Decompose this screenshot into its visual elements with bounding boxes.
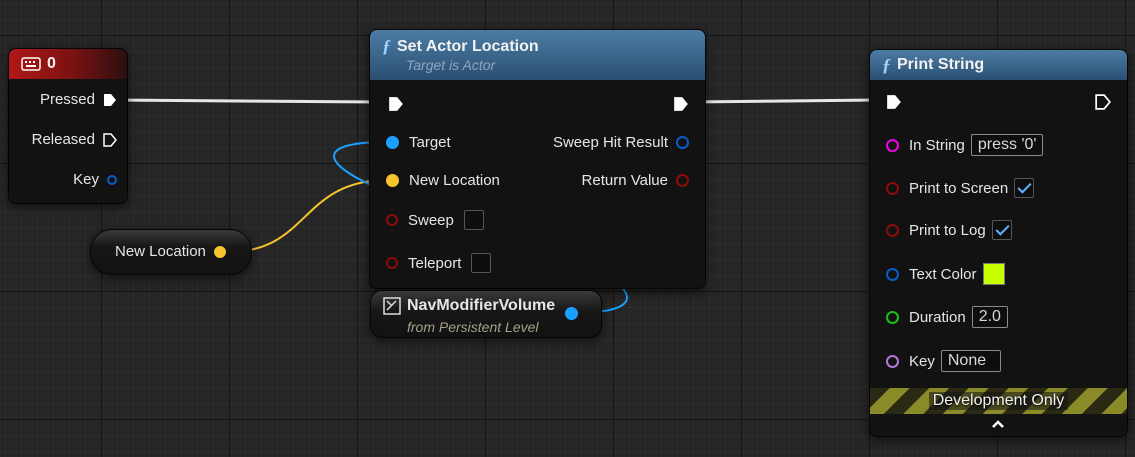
duration-input[interactable]: 2.0	[971, 306, 1008, 328]
in-string-input[interactable]: press '0'	[970, 134, 1044, 156]
exec-out-filled-icon[interactable]	[103, 93, 117, 107]
text-color-swatch[interactable]	[982, 263, 1005, 285]
exec-in-icon[interactable]	[886, 94, 902, 110]
pin-new-location[interactable]: New Location	[386, 172, 500, 189]
pin-duration-label: Duration	[909, 308, 966, 326]
struct-pin-icon[interactable]	[107, 174, 117, 185]
struct-pin-icon[interactable]	[676, 136, 689, 149]
pin-teleport-label: Teleport	[408, 254, 462, 272]
print-string-title: Print String	[897, 56, 985, 73]
nav-modifier-subtitle: from Persistent Level	[407, 319, 539, 335]
pin-sweep[interactable]: Sweep	[386, 210, 484, 230]
exec-wire-pressed	[112, 98, 379, 104]
pin-sweep-hit-result-label: Sweep Hit Result	[552, 134, 668, 151]
pin-print-to-screen-label: Print to Screen	[909, 179, 1009, 197]
exec-out-icon[interactable]	[673, 96, 689, 112]
key-event-node[interactable]: 0 Pressed Released Key	[8, 48, 128, 204]
new-location-var-label: New Location	[115, 243, 206, 260]
key-input[interactable]: None	[940, 350, 1001, 372]
pin-print-to-screen[interactable]: Print to Screen	[886, 178, 1035, 198]
exec-out-empty-icon[interactable]	[103, 132, 117, 147]
pin-target[interactable]: Target	[386, 134, 451, 151]
pin-target-label: Target	[409, 134, 451, 151]
pin-key[interactable]: Key	[73, 171, 117, 188]
function-icon: ƒ	[382, 36, 391, 56]
pin-pressed-label: Pressed	[39, 91, 95, 108]
pin-released-label: Released	[31, 131, 95, 148]
function-icon: ƒ	[882, 54, 891, 75]
pin-text-color[interactable]: Text Color	[886, 263, 1005, 285]
pin-sweep-hit-result[interactable]: Sweep Hit Result	[553, 134, 689, 151]
key-event-title: 0	[47, 55, 56, 72]
chevron-up-icon[interactable]	[991, 419, 1005, 429]
print-string-node[interactable]: ƒ Print String In String press '0' Print…	[869, 49, 1128, 437]
set-actor-location-node[interactable]: ƒ Set Actor Location Target is Actor Tar…	[369, 29, 706, 289]
pin-pressed[interactable]: Pressed	[40, 91, 117, 108]
object-pin-icon[interactable]	[565, 307, 578, 320]
set-actor-location-subtitle: Target is Actor	[406, 57, 496, 73]
vector-pin-icon[interactable]	[386, 174, 399, 187]
string-pin-icon[interactable]	[886, 138, 899, 152]
print-to-log-checkbox[interactable]	[991, 220, 1012, 240]
teleport-checkbox[interactable]	[471, 253, 492, 273]
pin-key-label: Key	[909, 352, 935, 370]
actor-reference-icon	[383, 297, 401, 315]
bool-pin-icon[interactable]	[386, 214, 398, 226]
print-to-screen-checkbox[interactable]	[1014, 178, 1035, 198]
pin-key[interactable]: Key None	[886, 350, 1001, 372]
pin-released[interactable]: Released	[32, 131, 117, 148]
float-pin-icon[interactable]	[886, 310, 899, 324]
key-event-header[interactable]: 0	[9, 49, 127, 79]
nav-modifier-title: NavModifierVolume	[407, 297, 556, 314]
nav-modifier-volume-node[interactable]: NavModifierVolume from Persistent Level	[370, 290, 602, 338]
sweep-checkbox[interactable]	[463, 210, 484, 230]
exec-out-empty-icon[interactable]	[1095, 94, 1111, 110]
pin-return-value-label: Return Value	[581, 172, 668, 189]
bool-pin-icon[interactable]	[386, 257, 398, 269]
vector-pin-icon[interactable]	[213, 245, 226, 258]
pin-sweep-label: Sweep	[408, 211, 454, 229]
object-pin-icon[interactable]	[386, 136, 399, 149]
key-pin-icon[interactable]	[886, 354, 899, 368]
struct-pin-icon[interactable]	[886, 267, 899, 281]
pin-teleport[interactable]: Teleport	[386, 253, 492, 273]
pin-in-string-label: In String	[909, 136, 965, 154]
pin-print-to-log[interactable]: Print to Log	[886, 220, 1012, 240]
vector-wire-new-location	[227, 179, 389, 253]
development-only-banner: Development Only	[870, 388, 1127, 414]
pin-duration[interactable]: Duration 2.0	[886, 306, 1008, 328]
bool-pin-icon[interactable]	[676, 174, 689, 187]
pin-in-string[interactable]: In String press '0'	[886, 134, 1044, 156]
development-only-label: Development Only	[928, 392, 1069, 410]
pin-text-color-label: Text Color	[909, 265, 977, 283]
pin-return-value[interactable]: Return Value	[582, 172, 689, 189]
bool-pin-icon[interactable]	[886, 181, 899, 195]
set-actor-location-title: Set Actor Location	[397, 37, 539, 55]
keyboard-icon	[21, 57, 41, 71]
set-actor-location-header[interactable]: ƒ Set Actor Location Target is Actor	[370, 30, 705, 80]
print-string-header[interactable]: ƒ Print String	[870, 50, 1127, 80]
pin-new-location-label: New Location	[409, 172, 500, 189]
bool-pin-icon[interactable]	[886, 223, 899, 237]
new-location-output[interactable]: New Location	[115, 243, 226, 260]
new-location-variable-node[interactable]: New Location	[90, 229, 252, 275]
exec-in-icon[interactable]	[388, 96, 404, 112]
pin-key-label: Key	[73, 171, 99, 188]
exec-wire-print	[689, 98, 879, 104]
pin-print-to-log-label: Print to Log	[909, 221, 986, 239]
